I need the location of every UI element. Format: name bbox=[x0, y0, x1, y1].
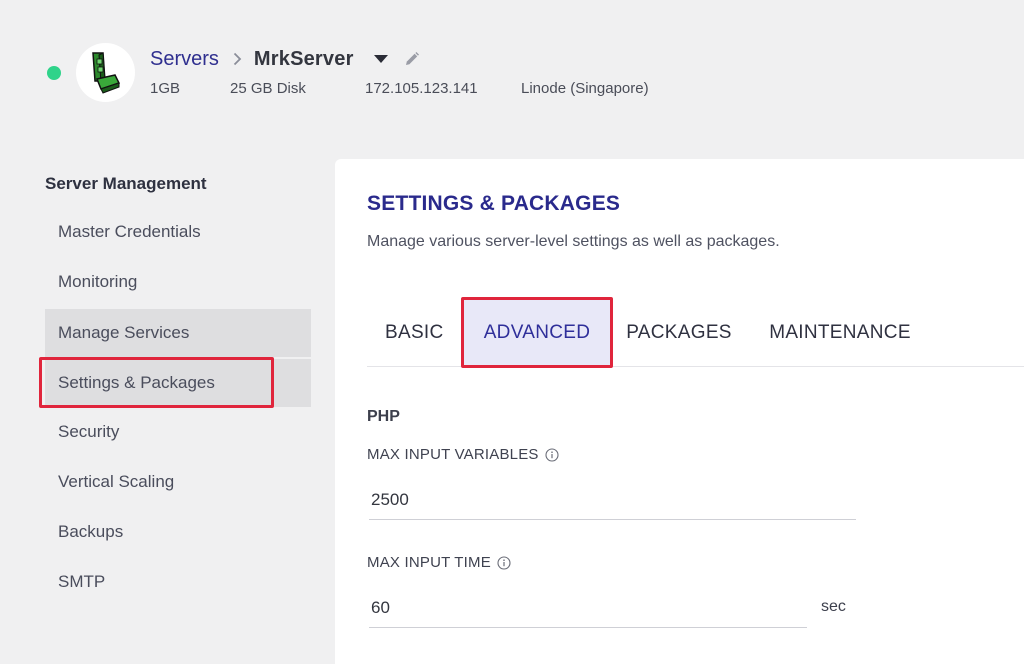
sidebar-item-label: Security bbox=[58, 422, 120, 441]
server-ram: 1GB bbox=[150, 80, 181, 97]
caret-down-icon[interactable] bbox=[373, 54, 388, 64]
server-avatar bbox=[76, 43, 135, 102]
max-input-time-input[interactable] bbox=[369, 588, 807, 628]
sidebar-item-backups[interactable]: Backups bbox=[45, 508, 311, 556]
server-status-dot bbox=[47, 66, 61, 80]
field-label-text: MAX INPUT VARIABLES bbox=[367, 446, 539, 463]
server-disk: 25 GB Disk bbox=[230, 80, 306, 97]
page-title: SETTINGS & PACKAGES bbox=[367, 192, 621, 215]
sidebar-item-label: Master Credentials bbox=[58, 222, 201, 241]
max-input-variables-label: MAX INPUT VARIABLES bbox=[367, 446, 559, 463]
sidebar-item-label: SMTP bbox=[58, 572, 106, 591]
section-title-php: PHP bbox=[367, 408, 400, 425]
chevron-right-icon bbox=[233, 52, 242, 66]
field-label-text: MAX INPUT TIME bbox=[367, 554, 491, 571]
sidebar-item-smtp[interactable]: SMTP bbox=[45, 558, 311, 606]
tab-packages[interactable]: PACKAGES bbox=[610, 300, 748, 366]
server-ip: 172.105.123.141 bbox=[365, 80, 478, 97]
max-input-time-unit: sec bbox=[821, 598, 846, 615]
server-location: Linode (Singapore) bbox=[521, 80, 649, 97]
sidebar-item-label: Settings & Packages bbox=[58, 373, 215, 392]
sidebar-item-monitoring[interactable]: Monitoring bbox=[45, 258, 311, 306]
page-description: Manage various server-level settings as … bbox=[367, 233, 780, 250]
tab-advanced[interactable]: ADVANCED bbox=[464, 300, 610, 366]
server-logo-icon bbox=[91, 51, 120, 94]
sidebar-item-vertical-scaling[interactable]: Vertical Scaling bbox=[45, 458, 311, 506]
sidebar-item-manage-services[interactable]: Manage Services bbox=[45, 309, 311, 357]
sidebar-item-label: Backups bbox=[58, 522, 124, 541]
info-icon[interactable] bbox=[497, 555, 511, 570]
info-icon[interactable] bbox=[545, 447, 559, 462]
pencil-icon[interactable] bbox=[404, 51, 420, 67]
sidebar-item-label: Vertical Scaling bbox=[58, 472, 175, 491]
sidebar-title: Server Management bbox=[45, 174, 207, 193]
sidebar-item-settings-packages[interactable]: Settings & Packages bbox=[45, 359, 311, 407]
breadcrumb-servers-link[interactable]: Servers bbox=[150, 48, 219, 71]
sidebar-item-security[interactable]: Security bbox=[45, 408, 311, 456]
sidebar-item-master-credentials[interactable]: Master Credentials bbox=[45, 208, 311, 256]
sidebar-item-label: Manage Services bbox=[58, 323, 190, 342]
tabs-divider bbox=[367, 366, 1024, 367]
tab-maintenance[interactable]: MAINTENANCE bbox=[752, 300, 928, 366]
max-input-time-label: MAX INPUT TIME bbox=[367, 554, 511, 571]
breadcrumb: Servers MrkServer bbox=[150, 46, 420, 72]
server-name: MrkServer bbox=[253, 47, 354, 70]
sidebar-item-label: Monitoring bbox=[58, 272, 138, 291]
max-input-variables-input[interactable] bbox=[369, 480, 856, 520]
